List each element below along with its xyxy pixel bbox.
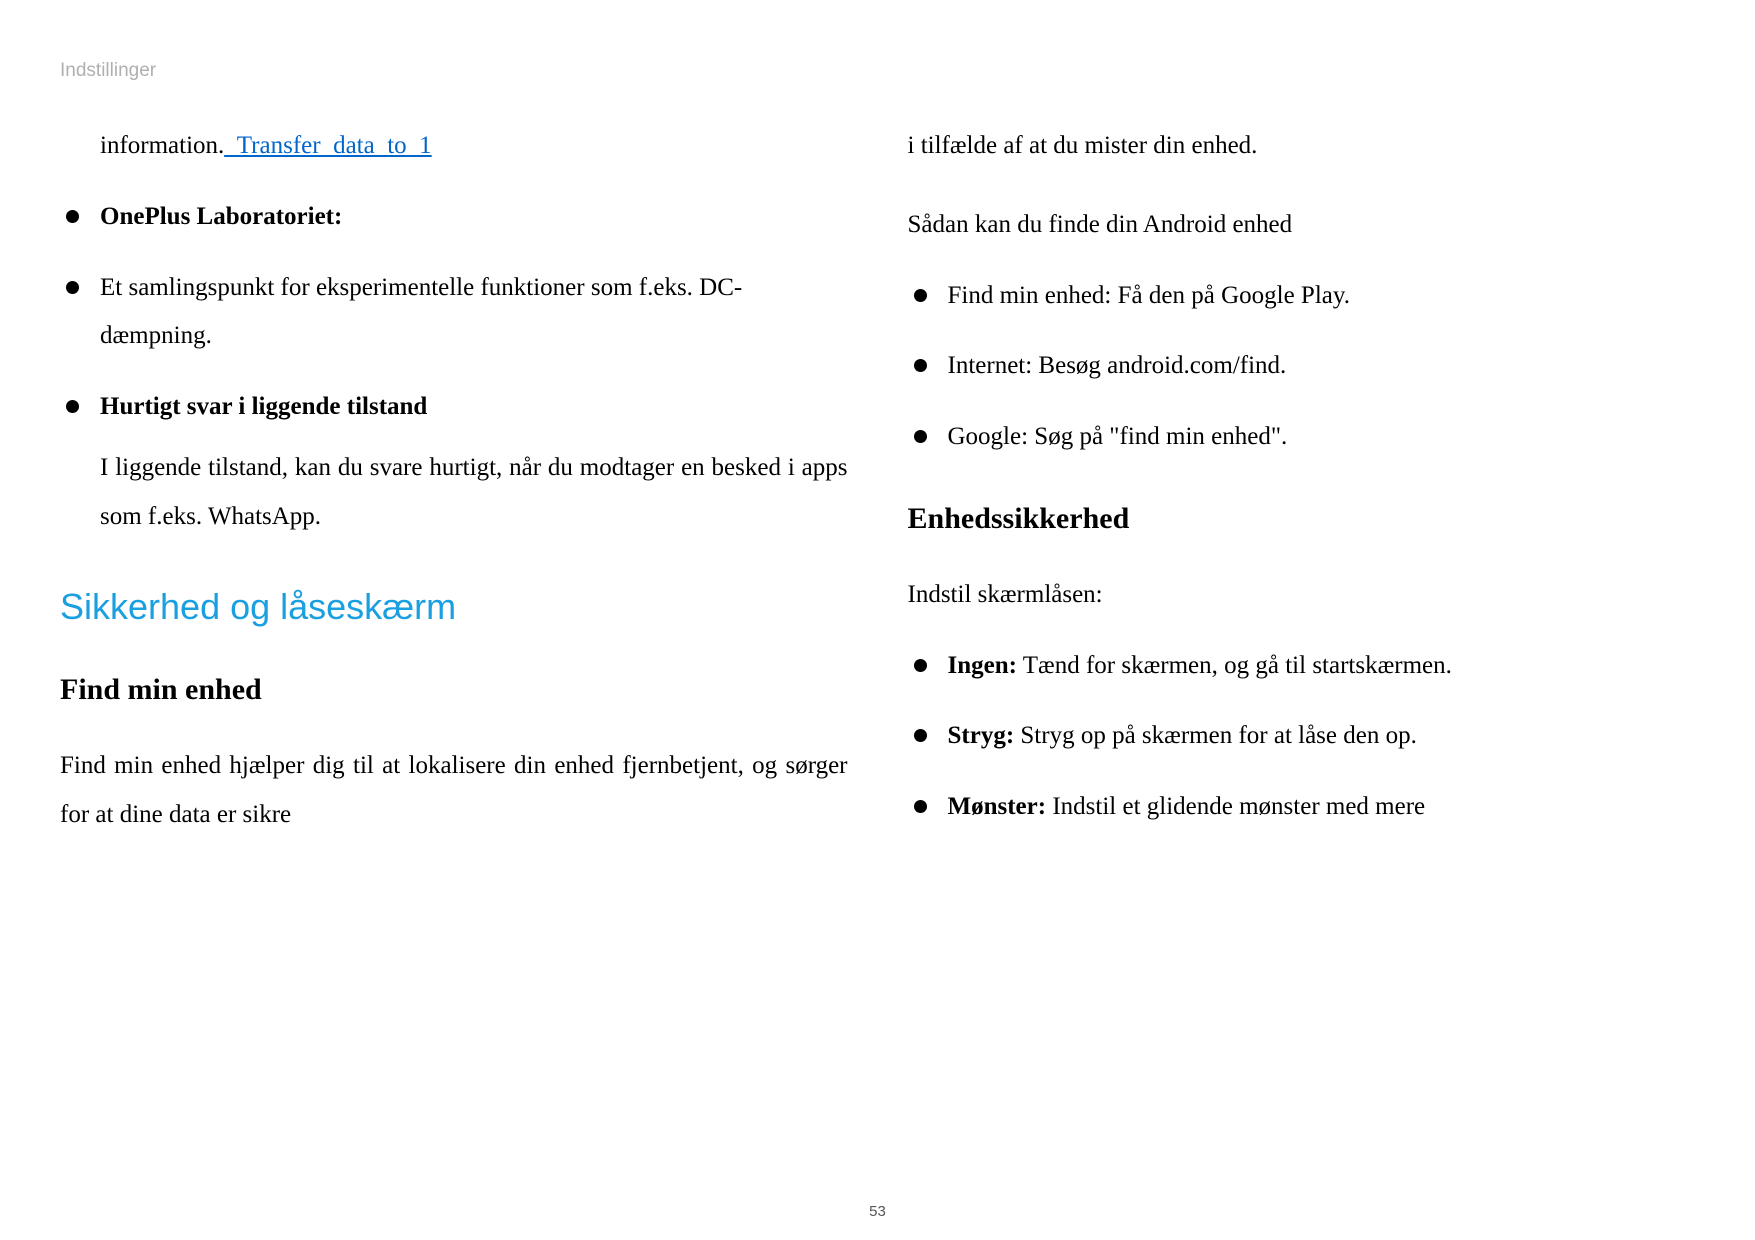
feature-list: OnePlus Laboratoriet: Et samlingspunkt f… xyxy=(60,193,848,432)
lock-swipe-label: Stryg: xyxy=(948,722,1015,749)
lock-none-label: Ingen: xyxy=(948,652,1017,679)
quick-reply-description: I liggende tilstand, kan du svare hurtig… xyxy=(60,444,848,542)
screen-lock-intro: Indstil skærmlåsen: xyxy=(908,571,1696,620)
lock-option-pattern: Mønster: Indstil et glidende mønster med… xyxy=(908,783,1696,832)
two-column-layout: information._Transfer_data_to_1 OnePlus … xyxy=(60,122,1695,840)
lock-none-desc: Tænd for skærmen, og gå til startskærmen… xyxy=(1017,652,1452,679)
lock-pattern-desc: Indstil et glidende mønster med mere xyxy=(1046,793,1425,820)
find-methods-list: Find min enhed: Få den på Google Play. I… xyxy=(908,272,1696,462)
quick-reply-item: Hurtigt svar i liggende tilstand xyxy=(60,383,848,432)
lock-pattern-label: Mønster: xyxy=(948,793,1047,820)
security-lockscreen-heading: Sikkerhed og låseskærm xyxy=(60,586,848,628)
quick-reply-header: Hurtigt svar i liggende tilstand xyxy=(100,393,427,420)
oneplus-lab-description: Et samlingspunkt for eksperimentelle fun… xyxy=(100,274,742,350)
oneplus-lab-header: OnePlus Laboratoriet: xyxy=(100,203,342,230)
device-security-heading: Enhedssikkerhed xyxy=(908,502,1696,536)
lock-option-none: Ingen: Tænd for skærmen, og gå til start… xyxy=(908,642,1696,691)
find-method-internet: Internet: Besøg android.com/find. xyxy=(908,342,1696,391)
lock-options-list: Ingen: Tænd for skærmen, og gå til start… xyxy=(908,642,1696,832)
left-column: information._Transfer_data_to_1 OnePlus … xyxy=(60,122,848,840)
information-text: information. xyxy=(100,132,224,159)
find-android-intro: Sådan kan du finde din Android enhed xyxy=(908,201,1696,250)
oneplus-lab-desc-item: Et samlingspunkt for eksperimentelle fun… xyxy=(60,264,848,362)
header-breadcrumb: Indstillinger xyxy=(60,60,156,81)
paragraph-continuation: i tilfælde af at du mister din enhed. xyxy=(908,122,1696,171)
find-my-device-paragraph: Find min enhed hjælper dig til at lokali… xyxy=(60,742,848,840)
right-column: i tilfælde af at du mister din enhed. Så… xyxy=(908,122,1696,840)
find-method-play: Find min enhed: Få den på Google Play. xyxy=(908,272,1696,321)
transfer-data-link[interactable]: _Transfer_data_to_1 xyxy=(224,132,431,159)
find-method-google: Google: Søg på "find min enhed". xyxy=(908,413,1696,462)
lock-option-swipe: Stryg: Stryg op på skærmen for at låse d… xyxy=(908,712,1696,761)
continuation-line: information._Transfer_data_to_1 xyxy=(60,122,848,171)
oneplus-lab-item: OnePlus Laboratoriet: xyxy=(60,193,848,242)
page-number: 53 xyxy=(0,1203,1755,1220)
find-my-device-heading: Find min enhed xyxy=(60,673,848,707)
lock-swipe-desc: Stryg op på skærmen for at låse den op. xyxy=(1014,722,1417,749)
page-header: Indstillinger xyxy=(60,60,1695,82)
